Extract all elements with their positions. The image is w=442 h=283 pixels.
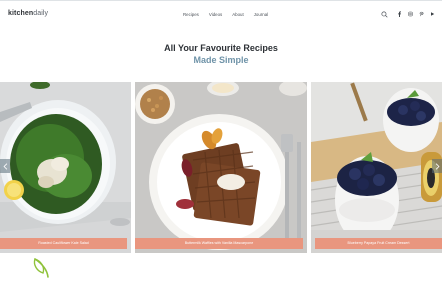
hero-subtitle: Made Simple <box>193 55 249 65</box>
search-icon[interactable] <box>381 11 388 18</box>
youtube-icon[interactable] <box>430 11 435 17</box>
nav-item-about[interactable]: About <box>232 12 243 17</box>
logo-light-text: daily <box>33 10 49 17</box>
pinterest-icon[interactable] <box>419 11 424 17</box>
site-header: kitchendaily Recipes Videos About Journa… <box>0 2 442 26</box>
slide-caption[interactable]: Blueberry Papaya Fruit Cream Dessert <box>315 238 442 249</box>
leaf-icon <box>33 258 49 278</box>
slide-caption[interactable]: Buttermilk Waffles with Vanilla Mascarpo… <box>135 238 303 249</box>
slide-buttermilk-waffles[interactable]: Buttermilk Waffles with Vanilla Mascarpo… <box>135 82 307 253</box>
waffles-photo <box>135 82 307 253</box>
recipe-slider: Roasted Cauliflower Kale Salad Buttermil… <box>0 82 442 253</box>
nav-item-recipes[interactable]: Recipes <box>183 12 199 17</box>
slide-blueberry-papaya-dessert[interactable]: Blueberry Papaya Fruit Cream Dessert <box>311 82 442 253</box>
slider-prev-button[interactable] <box>0 159 10 173</box>
main-nav: Recipes Videos About Journal <box>183 12 268 17</box>
chevron-right-icon <box>435 162 439 170</box>
slide-caption[interactable]: Roasted Cauliflower Kale Salad <box>0 238 127 249</box>
social-links <box>397 11 435 17</box>
top-border <box>0 0 442 1</box>
site-logo[interactable]: kitchendaily <box>8 10 48 17</box>
facebook-icon[interactable] <box>397 11 402 17</box>
nav-item-videos[interactable]: Videos <box>209 12 222 17</box>
chevron-left-icon <box>3 162 7 170</box>
salad-photo <box>0 82 131 253</box>
hero-title: All Your Favourite Recipes <box>164 43 278 53</box>
slider-next-button[interactable] <box>432 159 442 173</box>
instagram-icon[interactable] <box>408 11 413 17</box>
dessert-photo <box>311 82 442 253</box>
logo-bold-text: kitchen <box>8 10 34 17</box>
nav-item-journal[interactable]: Journal <box>254 12 268 17</box>
slide-roasted-cauliflower-salad[interactable]: Roasted Cauliflower Kale Salad <box>0 82 131 253</box>
